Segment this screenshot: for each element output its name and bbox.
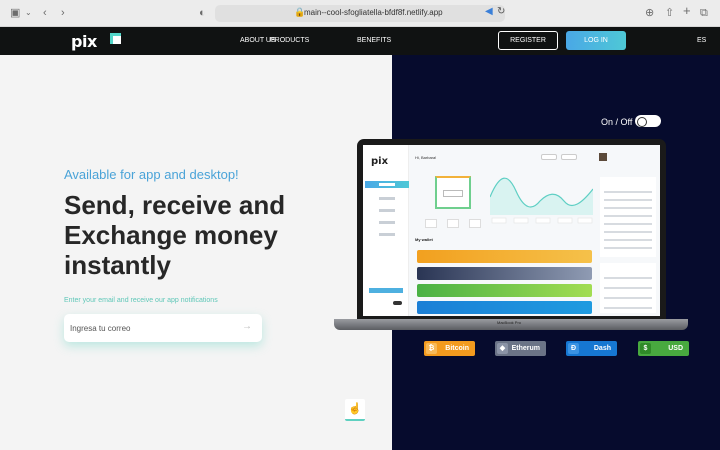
sidebar-toggle-icon[interactable]: ▣ bbox=[10, 6, 20, 20]
login-button[interactable]: LOG IN bbox=[566, 31, 626, 50]
dashboard-wallet-title: My wallet bbox=[415, 237, 433, 242]
tab-overview-icon[interactable]: ⧉ bbox=[700, 6, 708, 20]
dashboard-nav-item bbox=[365, 207, 409, 214]
dashboard-sidebar-button bbox=[369, 288, 403, 293]
dashboard-wallet-row bbox=[417, 250, 592, 263]
dashboard-logo: pix bbox=[371, 156, 389, 167]
dashboard-nav-item bbox=[365, 231, 409, 238]
laptop-brand-label: MacBook Pro bbox=[497, 320, 522, 325]
currency-chip-dash[interactable]: Đ Dash bbox=[566, 341, 617, 356]
nav-link-products[interactable]: PRODUCTS bbox=[270, 37, 309, 44]
nav-link-benefits[interactable]: BENEFITS bbox=[357, 37, 391, 44]
headline-line: Send, receive and bbox=[64, 190, 286, 220]
dashboard-mini-card bbox=[447, 219, 459, 228]
currency-label: Bitcoin bbox=[445, 345, 469, 352]
language-switch[interactable]: ES bbox=[697, 37, 706, 44]
dashboard-friends-panel bbox=[600, 263, 656, 313]
dashboard-wallet-row bbox=[417, 301, 592, 314]
dashboard-area-chart bbox=[490, 177, 593, 224]
email-form: → bbox=[64, 314, 262, 342]
dashboard-wallet-row bbox=[417, 267, 592, 280]
back-icon[interactable]: ‹ bbox=[43, 6, 47, 20]
download-icon[interactable]: ⊕ bbox=[645, 6, 654, 20]
laptop-mockup: pix Hi, Barbara! My wallet bbox=[357, 139, 666, 319]
chevron-down-icon[interactable]: ⌄ bbox=[25, 6, 32, 20]
dollar-icon: $ bbox=[640, 343, 651, 354]
dashboard-balance-card bbox=[435, 176, 471, 209]
brand-logo-mark bbox=[110, 33, 121, 44]
brand-logo[interactable]: pix bbox=[71, 32, 97, 51]
dashboard-nav-item bbox=[365, 219, 409, 226]
reload-icon[interactable]: ↻ bbox=[497, 6, 505, 17]
currency-label: USD bbox=[668, 345, 683, 352]
currency-chip-usd[interactable]: $ USD bbox=[638, 341, 689, 356]
dashboard-movements-panel bbox=[600, 177, 656, 257]
dashboard-mini-card bbox=[469, 219, 481, 228]
dashboard-toggle bbox=[393, 301, 402, 305]
dashboard-nav-item bbox=[365, 181, 409, 188]
arrow-right-icon[interactable]: → bbox=[242, 321, 252, 332]
currency-chip-bitcoin[interactable]: ₿ Bitcoin bbox=[424, 341, 475, 356]
browser-toolbar: ▣ ⌄ ‹ › ◐ 🔒 main--cool-sfogliatella-bfdf… bbox=[0, 0, 720, 27]
dashboard-pill bbox=[541, 154, 557, 160]
site-navbar: pix ABOUT US PRODUCTS BENEFITS REGISTER … bbox=[0, 27, 720, 55]
email-input[interactable] bbox=[70, 321, 230, 335]
theme-toggle[interactable] bbox=[635, 115, 661, 127]
hero-tagline: Available for app and desktop! bbox=[64, 167, 239, 182]
notify-text: Enter your email and receive our app not… bbox=[64, 297, 218, 304]
headline-line: instantly bbox=[64, 250, 171, 280]
currency-chip-ethereum[interactable]: ◆ Etherum bbox=[495, 341, 546, 356]
laptop-base: MacBook Pro bbox=[334, 319, 688, 330]
toggle-label: On / Off bbox=[601, 117, 633, 127]
hand-pointer-icon[interactable]: ☝ bbox=[345, 399, 365, 421]
dashboard-greeting: Hi, Barbara! bbox=[415, 155, 437, 160]
forward-icon[interactable]: › bbox=[61, 6, 65, 20]
dashboard-avatar bbox=[599, 153, 607, 161]
hero-headline: Send, receive and Exchange money instant… bbox=[64, 190, 364, 280]
speaker-icon[interactable]: ◀ bbox=[485, 6, 493, 17]
dashboard-mini-card bbox=[425, 219, 437, 228]
currency-label: Etherum bbox=[511, 345, 540, 352]
register-button[interactable]: REGISTER bbox=[498, 31, 558, 50]
address-url: main--cool-sfogliatella-bfdf8f.netlify.a… bbox=[304, 8, 443, 17]
new-tab-icon[interactable]: + bbox=[683, 4, 691, 18]
headline-line: Exchange money bbox=[64, 220, 278, 250]
dashboard-sidebar: pix bbox=[363, 145, 409, 316]
dashboard-pill bbox=[561, 154, 577, 160]
currency-label: Dash bbox=[593, 345, 611, 352]
address-bar[interactable]: 🔒 main--cool-sfogliatella-bfdf8f.netlify… bbox=[215, 5, 505, 22]
dash-icon: Đ bbox=[568, 343, 579, 354]
privacy-shield-icon[interactable]: ◐ bbox=[199, 6, 206, 20]
ethereum-icon: ◆ bbox=[497, 343, 508, 354]
dashboard-nav-item bbox=[365, 195, 409, 202]
dashboard-wallet-row bbox=[417, 284, 592, 297]
dashboard-screenshot: pix Hi, Barbara! My wallet bbox=[363, 145, 660, 316]
bitcoin-icon: ₿ bbox=[426, 343, 437, 354]
share-icon[interactable]: ⇧ bbox=[665, 6, 674, 20]
